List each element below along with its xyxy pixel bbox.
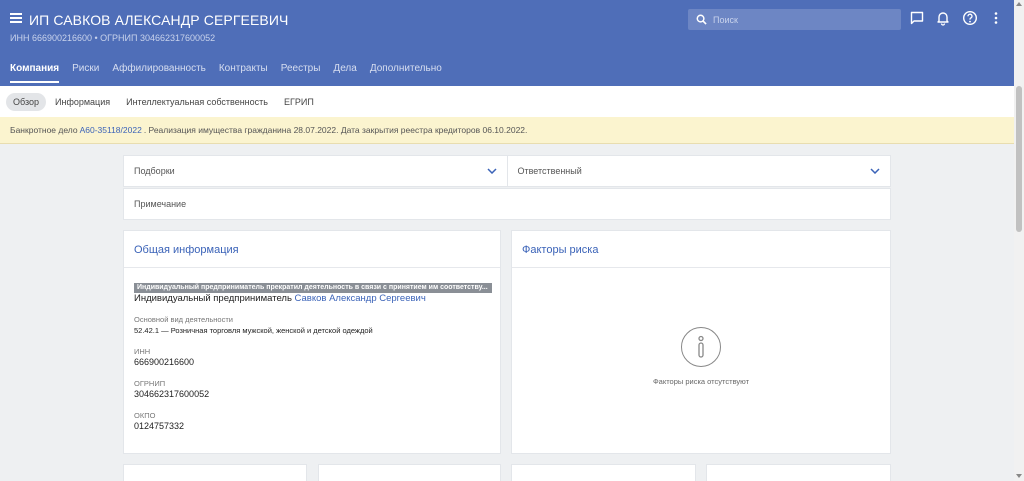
chevron-down-icon (486, 168, 497, 174)
tab-contracts[interactable]: Контракты (219, 63, 268, 83)
risk-factors-card: Факторы риска Факторы риска отсутствуют (511, 230, 891, 454)
tab-affiliation[interactable]: Аффилированность (112, 63, 206, 83)
banner-suffix: . Реализация имущества гражданина 28.07.… (143, 125, 528, 135)
bottom-card (318, 464, 501, 481)
info-icon (681, 327, 721, 367)
risk-factors-title[interactable]: Факторы риска (522, 244, 598, 256)
search-icon (696, 14, 707, 25)
general-info-card: Общая информация Индивидуальный предприн… (123, 230, 501, 454)
bell-icon[interactable] (935, 10, 951, 26)
activity-label: Основной вид деятельности (134, 315, 233, 324)
general-info-title[interactable]: Общая информация (134, 244, 239, 256)
tab-company[interactable]: Компания (10, 63, 60, 83)
scroll-down-arrow-icon[interactable] (1016, 474, 1022, 478)
entrepreneur-name-link[interactable]: Савков Александр Сергеевич (295, 293, 426, 304)
subtabs-bar: Обзор Информация Интеллектуальная собств… (0, 86, 1014, 117)
tab-registries[interactable]: Реестры (281, 63, 321, 83)
tab-additional[interactable]: Дополнительно (370, 63, 442, 83)
chevron-down-icon (870, 168, 880, 174)
bankruptcy-banner: Банкротное дело А60-35118/2022 . Реализа… (0, 117, 1014, 144)
more-vert-icon[interactable] (988, 10, 1004, 26)
bottom-card (511, 464, 696, 481)
empty-state-text: Факторы риска отсутствуют (652, 377, 750, 386)
ogrnip-label: ОГРНИП (134, 379, 166, 388)
responsible-select[interactable]: Ответственный (506, 156, 891, 186)
okpo-label: ОКПО (134, 411, 156, 420)
tab-cases[interactable]: Дела (333, 63, 356, 83)
help-icon[interactable] (962, 10, 978, 26)
subtab-information[interactable]: Информация (48, 93, 117, 111)
entrepreneur-line: Индивидуальный предприниматель Савков Ал… (134, 293, 426, 304)
search-input[interactable] (713, 14, 893, 25)
activity-value: 52.42.1 — Розничная торговля мужской, же… (134, 326, 373, 335)
collections-select[interactable]: Подборки (124, 156, 507, 186)
ogrnip-value: 304662317600052 (134, 389, 210, 399)
divider (124, 267, 500, 268)
inn-label: ИНН (134, 347, 151, 356)
scroll-up-arrow-icon[interactable] (1016, 2, 1022, 6)
bottom-card (123, 464, 307, 481)
divider (512, 267, 890, 268)
entrepreneur-prefix: Индивидуальный предприниматель (134, 293, 292, 304)
note-label: Примечание (134, 199, 187, 209)
app-header: ИП САВКОВ АЛЕКСАНДР СЕРГЕЕВИЧ ИНН 666900… (0, 0, 1024, 86)
okpo-value: 0124757332 (134, 421, 185, 431)
subtab-intellectual-property[interactable]: Интеллектуальная собственность (119, 93, 275, 111)
status-badge: Индивидуальный предприниматель прекратил… (134, 283, 492, 293)
tab-risks[interactable]: Риски (72, 63, 99, 83)
main-tabs: Компания Риски Аффилированность Контракт… (10, 63, 455, 83)
page-title: ИП САВКОВ АЛЕКСАНДР СЕРГЕЕВИЧ (29, 12, 289, 28)
collections-label: Подборки (134, 166, 175, 176)
page-scrollbar[interactable] (1014, 0, 1024, 481)
chat-icon[interactable] (909, 10, 925, 26)
bankruptcy-case-link[interactable]: А60-35118/2022 (80, 125, 142, 135)
hamburger-menu-icon[interactable] (10, 13, 22, 23)
inn-value: 666900216600 (134, 357, 195, 367)
bottom-card (706, 464, 891, 481)
responsible-label: Ответственный (517, 166, 582, 176)
note-field[interactable]: Примечание (123, 188, 891, 220)
selectors-card: Подборки Ответственный (123, 155, 891, 187)
subtab-egrip[interactable]: ЕГРИП (277, 93, 321, 111)
subtab-overview[interactable]: Обзор (6, 92, 46, 111)
scroll-thumb[interactable] (1016, 86, 1022, 232)
search-box[interactable] (688, 9, 901, 30)
banner-prefix: Банкротное дело (10, 125, 78, 135)
page-subtitle: ИНН 666900216600 • ОГРНИП 30466231760005… (10, 33, 216, 43)
